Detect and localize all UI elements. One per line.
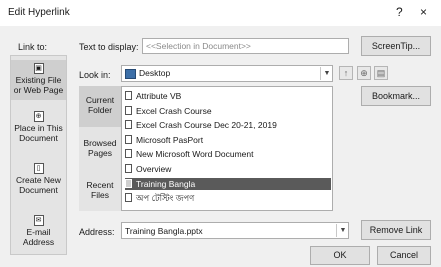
address-value: Training Bangla.pptx: [125, 226, 203, 236]
current-folder-label: Current: [85, 95, 115, 105]
file-name: Microsoft PasPort: [136, 134, 204, 145]
look-in-value: Desktop: [139, 68, 171, 78]
folder-nav-pane: Current Folder Browsed Pages Recent File…: [79, 86, 121, 211]
edit-hyperlink-dialog: Edit Hyperlink ? × Link to: Text to disp…: [0, 0, 441, 267]
file-icon: [125, 134, 132, 144]
text-to-display-value: <<Selection in Document>>: [146, 41, 251, 51]
link-to-bar: ▣ Existing File or Web Page ⊕ Place in T…: [10, 55, 67, 255]
file-name: Attribute VB: [136, 91, 182, 101]
screentip-button[interactable]: ScreenTip...: [361, 36, 431, 56]
email-icon: ✉: [33, 215, 44, 226]
browsed-pages-sublabel: Pages: [87, 148, 113, 158]
current-folder-tab[interactable]: Current Folder: [79, 86, 121, 127]
file-list-item[interactable]: New Microsoft Word Document: [125, 148, 331, 160]
link-to-email-sublabel: Address: [22, 237, 55, 247]
recent-files-sublabel: Files: [91, 190, 109, 200]
file-icon: [125, 91, 132, 100]
file-icon: [125, 149, 132, 159]
address-field[interactable]: Training Bangla.pptx ▼: [121, 222, 349, 239]
close-button[interactable]: ×: [420, 5, 427, 19]
file-name: অপ টেস্টিং জপণ: [136, 193, 195, 204]
link-to-create-new-label: Create New: [16, 175, 61, 185]
file-list-item[interactable]: Excel Crash Course: [125, 105, 331, 117]
file-list[interactable]: Attribute VB Excel Crash Course Excel Cras…: [121, 86, 333, 211]
file-icon: [125, 164, 132, 173]
file-list-item[interactable]: Excel Crash Course Dec 20-21, 2019: [125, 119, 331, 131]
ok-button[interactable]: OK: [310, 246, 370, 265]
link-to-existing-file-label: Existing File: [15, 75, 62, 85]
chevron-down-icon: ▼: [320, 67, 333, 80]
new-document-icon: ▯: [33, 163, 44, 174]
bookmark-button[interactable]: Bookmark...: [361, 86, 431, 106]
file-icon: [125, 105, 132, 115]
dialog-title: Edit Hyperlink: [8, 7, 70, 18]
desktop-icon: [125, 69, 136, 79]
browsed-pages-tab[interactable]: Browsed Pages: [79, 128, 121, 169]
current-folder-sublabel: Folder: [87, 105, 113, 115]
place-icon: ⊕: [33, 111, 44, 122]
recent-files-tab[interactable]: Recent Files: [79, 170, 121, 211]
link-to-place-sublabel: Document: [19, 133, 58, 143]
file-list-item[interactable]: Overview: [125, 163, 331, 175]
up-one-folder-icon[interactable]: ↑: [339, 66, 353, 80]
link-to-label: Link to:: [18, 42, 48, 52]
look-in-dropdown[interactable]: Desktop ▼: [121, 65, 333, 82]
look-in-label: Look in:: [79, 70, 111, 80]
file-icon: [125, 193, 132, 203]
file-name: Excel Crash Course Dec 20-21, 2019: [136, 120, 277, 131]
link-to-create-new-sublabel: Document: [19, 185, 58, 195]
browse-file-icon[interactable]: ▤: [374, 66, 388, 80]
file-icon: [125, 120, 132, 130]
help-button[interactable]: ?: [396, 5, 403, 19]
file-list-item[interactable]: Training Bangla: [125, 177, 331, 190]
chevron-down-icon[interactable]: ▼: [336, 224, 349, 237]
title-bar: Edit Hyperlink ? ×: [0, 0, 441, 26]
link-to-email-address[interactable]: ✉ E-mail Address: [11, 212, 66, 252]
recent-files-label: Recent: [86, 180, 114, 190]
link-to-existing-file[interactable]: ▣ Existing File or Web Page: [11, 60, 66, 100]
text-to-display-label: Text to display:: [79, 42, 139, 52]
browsed-pages-label: Browsed: [83, 138, 117, 148]
file-name: Training Bangla: [136, 178, 196, 189]
file-list-item[interactable]: Microsoft PasPort: [125, 134, 331, 146]
file-list-item[interactable]: অপ টেস্টিং জপণ: [125, 192, 331, 204]
link-to-place-label: Place in This: [14, 123, 63, 133]
web-page-icon: ▣: [33, 63, 44, 74]
file-list-item[interactable]: Attribute VB: [125, 90, 331, 102]
link-to-email-label: E-mail: [26, 227, 51, 237]
file-name: Overview: [136, 164, 172, 174]
link-to-place-in-document[interactable]: ⊕ Place in This Document: [11, 108, 66, 148]
file-name: Excel Crash Course: [136, 105, 212, 116]
remove-link-button[interactable]: Remove Link: [361, 220, 431, 240]
text-to-display-field[interactable]: <<Selection in Document>>: [142, 38, 349, 54]
file-name: New Microsoft Word Document: [136, 149, 254, 160]
browse-web-icon[interactable]: ⊕: [357, 66, 371, 80]
link-to-existing-file-sublabel: or Web Page: [13, 85, 64, 95]
cancel-button[interactable]: Cancel: [377, 246, 431, 265]
file-icon: [125, 178, 132, 188]
address-label: Address:: [79, 227, 115, 237]
link-to-create-new-document[interactable]: ▯ Create New Document: [11, 160, 66, 200]
